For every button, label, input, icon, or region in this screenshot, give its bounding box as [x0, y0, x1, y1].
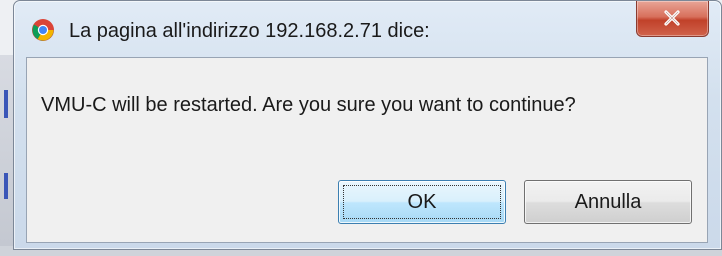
ok-button-label: OK	[407, 191, 437, 213]
screen: La pagina all'indirizzo 192.168.2.71 dic…	[0, 0, 722, 256]
close-icon	[664, 10, 680, 26]
desktop-backdrop	[0, 55, 14, 256]
background-window-edge	[4, 173, 8, 199]
close-button[interactable]	[636, 1, 709, 37]
ok-button[interactable]: OK	[338, 180, 506, 224]
chrome-icon	[31, 18, 55, 42]
cancel-button[interactable]: Annulla	[524, 180, 692, 224]
dialog-message: VMU-C will be restarted. Are you sure yo…	[41, 94, 576, 116]
dialog-title: La pagina all'indirizzo 192.168.2.71 dic…	[69, 20, 430, 42]
background-window-edge	[4, 90, 8, 118]
dialog-body: VMU-C will be restarted. Are you sure yo…	[26, 57, 708, 243]
confirm-dialog: La pagina all'indirizzo 192.168.2.71 dic…	[13, 0, 722, 250]
dialog-titlebar[interactable]: La pagina all'indirizzo 192.168.2.71 dic…	[14, 1, 721, 43]
cancel-button-label: Annulla	[574, 191, 642, 213]
